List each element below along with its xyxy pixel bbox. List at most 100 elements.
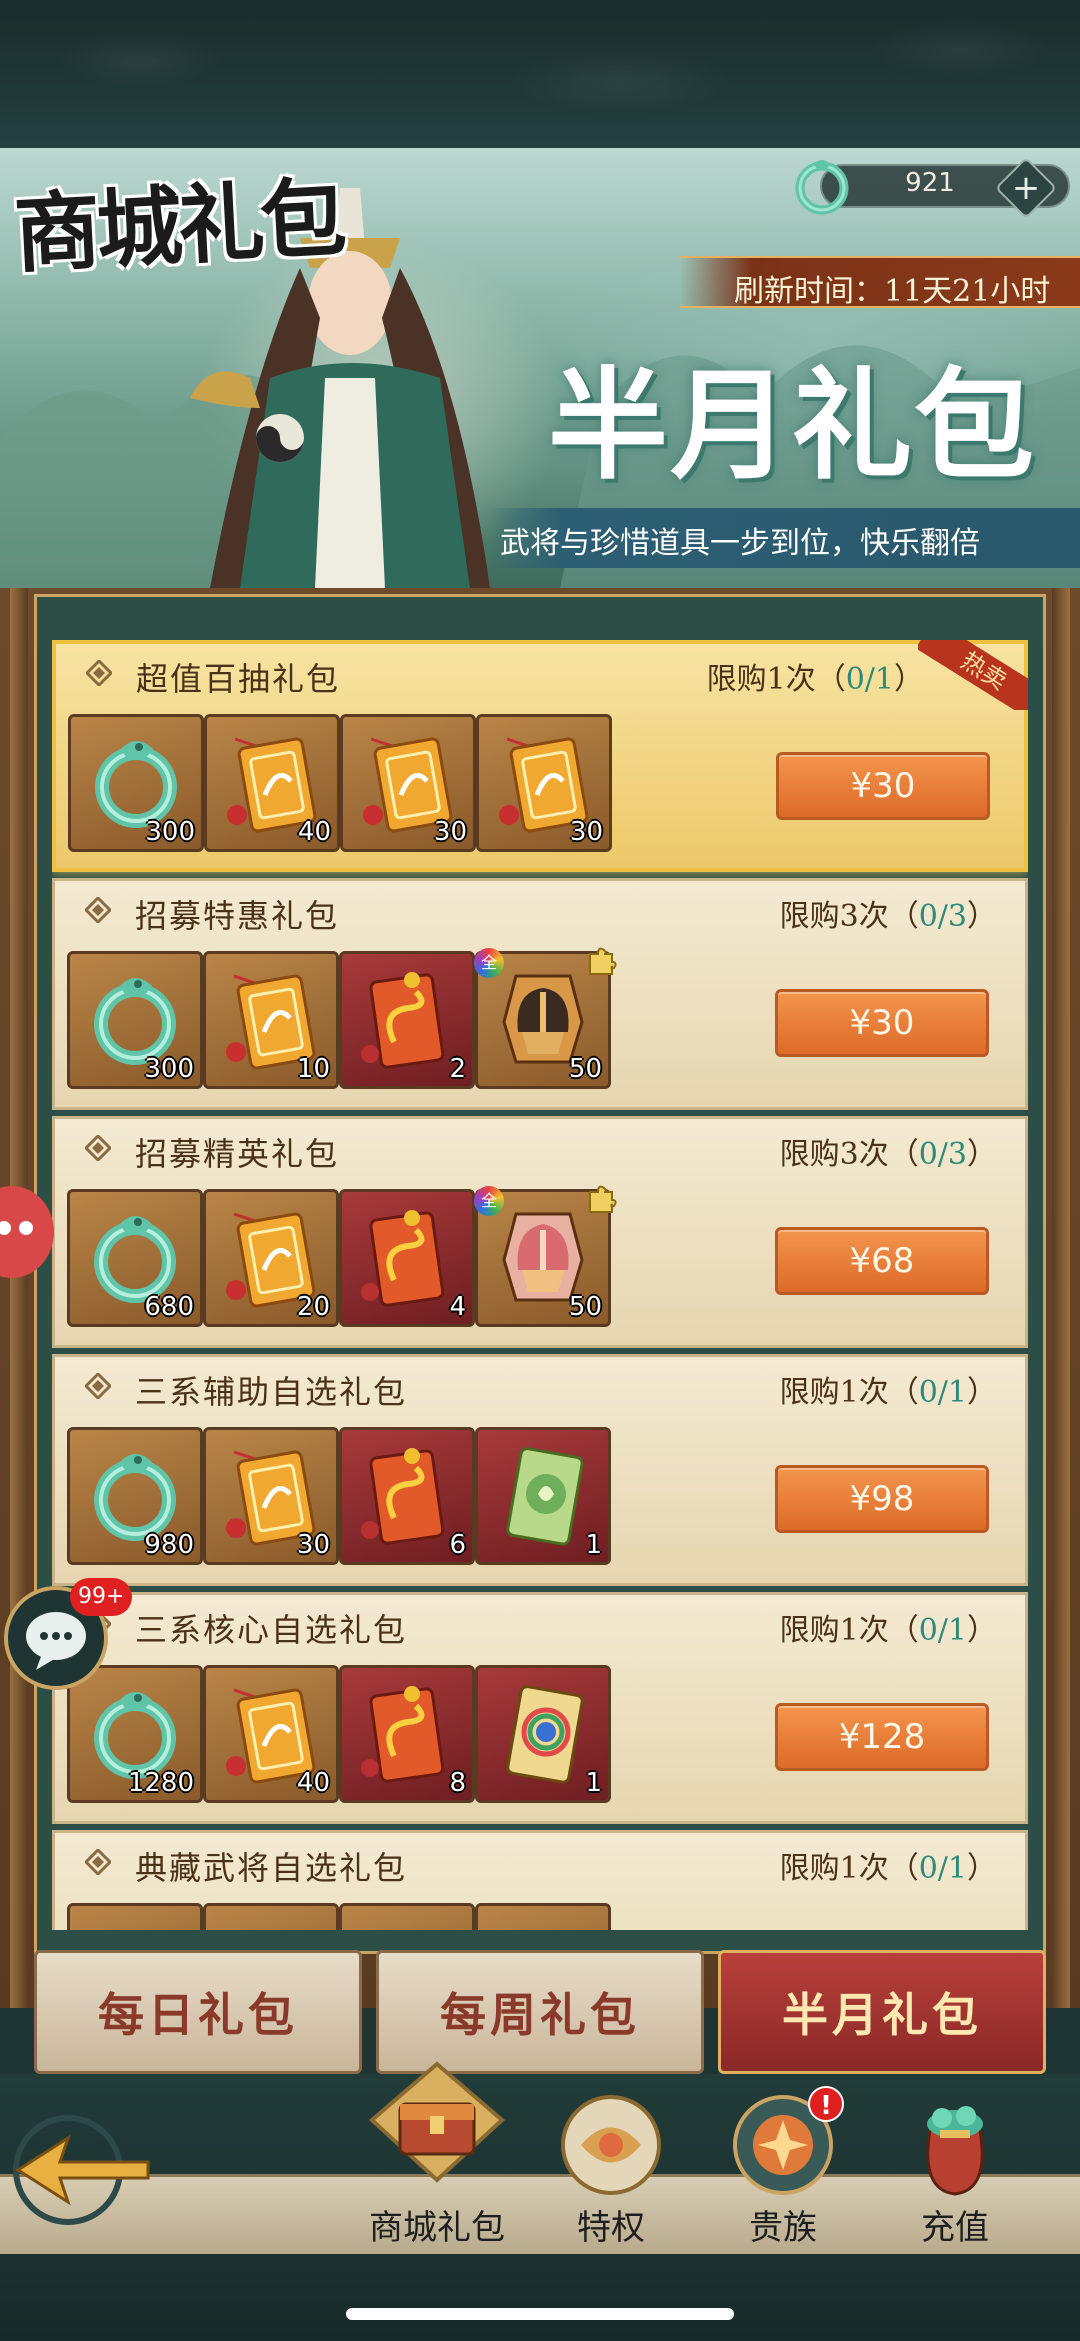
item-quantity: 2 xyxy=(449,1054,466,1084)
buy-price-button[interactable]: ¥30 xyxy=(775,989,989,1057)
reward-item[interactable]: 20 xyxy=(203,1189,339,1327)
reward-item[interactable]: 8 xyxy=(339,1665,475,1803)
item-quantity: 40 xyxy=(297,817,331,847)
item-quantity: 30 xyxy=(433,817,467,847)
reward-item[interactable]: 全 50 xyxy=(474,1185,617,1327)
buy-price-button[interactable]: ¥98 xyxy=(775,1465,989,1533)
purchase-limit: 限购1次（0/1） xyxy=(780,1605,997,1649)
purchase-limit: 限购3次（0/3） xyxy=(780,891,997,935)
item-quantity: 30 xyxy=(296,1530,330,1560)
banner-slogan: 武将与珍惜道具一步到位，快乐翻倍 xyxy=(500,526,980,561)
side-float-icon[interactable] xyxy=(0,1182,54,1282)
red-dragon-token-icon xyxy=(350,1200,464,1314)
all-faction-badge: 全 xyxy=(474,948,504,978)
tab-daily-pack[interactable]: 每日礼包 xyxy=(34,1950,362,2074)
item-quantity: 4 xyxy=(449,1292,466,1322)
nav-noble[interactable]: ! 贵族 xyxy=(708,2086,858,2250)
nav-label: 贵族 xyxy=(749,2208,817,2248)
item-quantity: 10 xyxy=(296,1054,330,1084)
jade-dragon-icon xyxy=(795,160,849,215)
limit-prefix: 限购1次（ xyxy=(779,1375,919,1410)
back-arrow-icon[interactable] xyxy=(8,2110,158,2230)
reward-item[interactable]: 980 xyxy=(67,1427,203,1565)
chat-unread-badge: 99+ xyxy=(70,1578,133,1616)
reward-item[interactable]: 30 xyxy=(476,714,612,852)
reward-item[interactable]: 300 xyxy=(68,714,204,852)
item-quantity: 50 xyxy=(568,1054,602,1084)
pack-card: 招募特惠礼包 限购3次（0/3） 300 10 2 全 50 ¥30 xyxy=(52,878,1028,1110)
nav-privilege[interactable]: 特权 xyxy=(536,2090,686,2250)
item-quantity: 300 xyxy=(145,817,195,847)
reward-item[interactable]: 4 xyxy=(339,1189,475,1327)
reward-item[interactable]: 30 xyxy=(340,714,476,852)
tab-weekly-pack[interactable]: 每周礼包 xyxy=(376,1950,704,2074)
hot-sale-label: 热卖 xyxy=(918,640,1028,710)
pack-list[interactable]: 超值百抽礼包 限购1次（0/1） 热卖 300 40 30 30 ¥30 招募特惠礼包 限购3次（… xyxy=(52,640,1028,1930)
purchase-limit: 限购1次（0/1） xyxy=(707,654,924,698)
limit-suffix: ） xyxy=(967,1851,997,1886)
pack-card: 招募精英礼包 限购3次（0/3） 680 20 4 全 50 ¥68 xyxy=(52,1116,1028,1348)
reward-item[interactable]: 300 xyxy=(67,951,203,1089)
banner-title: 半月礼包 xyxy=(548,355,1036,496)
limit-suffix: ） xyxy=(967,899,997,934)
pack-name: 三系辅助自选礼包 xyxy=(135,1373,408,1411)
tab-half-month-pack[interactable]: 半月礼包 xyxy=(718,1950,1046,2074)
home-indicator[interactable] xyxy=(346,2308,734,2320)
reward-item[interactable] xyxy=(339,1903,475,1930)
hot-sale-ribbon: 热卖 xyxy=(918,640,1028,710)
diamond-ornament-icon xyxy=(85,1849,111,1875)
reward-item[interactable]: 40 xyxy=(204,714,340,852)
pack-card: 典藏武将自选礼包 限购1次（0/1） xyxy=(52,1830,1028,1930)
limit-suffix: ） xyxy=(967,1375,997,1410)
reward-item[interactable] xyxy=(203,1903,339,1930)
diamond-ornament-icon xyxy=(85,897,111,923)
limit-count: 0/3 xyxy=(918,899,967,934)
item-quantity: 980 xyxy=(144,1530,194,1560)
item-quantity: 50 xyxy=(568,1292,602,1322)
treasure-chest-icon xyxy=(368,2061,506,2183)
reward-item[interactable]: 40 xyxy=(203,1665,339,1803)
currency-amount: 921 xyxy=(905,168,955,198)
pack-name: 招募精英礼包 xyxy=(135,1135,340,1173)
nav-recharge[interactable]: 充值 xyxy=(880,2090,1030,2250)
refresh-timer-text: 刷新时间：11天21小时 xyxy=(734,274,1051,309)
pack-card: 三系核心自选礼包 限购1次（0/1） 1280 40 8 1 ¥128 xyxy=(52,1592,1028,1824)
reward-item[interactable]: 1 xyxy=(475,1427,611,1565)
purchase-limit: 限购1次（0/1） xyxy=(780,1367,997,1411)
item-icon xyxy=(78,1914,192,1930)
limit-prefix: 限购3次（ xyxy=(779,899,919,934)
all-faction-badge: 全 xyxy=(474,1186,504,1216)
reward-item[interactable]: 6 xyxy=(339,1427,475,1565)
item-icon xyxy=(214,1914,328,1930)
buy-price-button[interactable]: ¥30 xyxy=(776,752,990,820)
reward-item[interactable] xyxy=(475,1903,611,1930)
reward-item[interactable]: 全 50 xyxy=(474,947,617,1089)
reward-item[interactable]: 10 xyxy=(203,951,339,1089)
item-quantity: 30 xyxy=(569,817,603,847)
reward-item[interactable]: 1 xyxy=(475,1665,611,1803)
limit-count: 0/3 xyxy=(918,1137,967,1172)
diamond-ornament-icon xyxy=(86,660,112,686)
pack-card: 三系辅助自选礼包 限购1次（0/1） 980 30 6 1 ¥98 xyxy=(52,1354,1028,1586)
pack-name: 三系核心自选礼包 xyxy=(135,1611,408,1649)
reward-item[interactable] xyxy=(67,1903,203,1930)
diamond-ornament-icon xyxy=(85,1373,111,1399)
green-select-card-icon xyxy=(486,1438,600,1552)
rainbow-select-card-icon xyxy=(486,1676,600,1790)
buy-price-button[interactable]: ¥128 xyxy=(775,1703,989,1771)
nav-shop-pack[interactable]: 商城礼包 xyxy=(362,2061,512,2250)
limit-prefix: 限购1次（ xyxy=(779,1851,919,1886)
item-icon xyxy=(350,1914,464,1930)
limit-count: 0/1 xyxy=(918,1613,967,1648)
item-quantity: 1280 xyxy=(127,1768,194,1798)
item-quantity: 300 xyxy=(144,1054,194,1084)
nav-label: 商城礼包 xyxy=(369,2208,505,2248)
reward-item[interactable]: 2 xyxy=(339,951,475,1089)
buy-price-button[interactable]: ¥68 xyxy=(775,1227,989,1295)
reward-item[interactable]: 30 xyxy=(203,1427,339,1565)
puzzle-piece-icon xyxy=(589,947,617,975)
reward-item[interactable]: 680 xyxy=(67,1189,203,1327)
money-bag-icon xyxy=(926,2106,984,2196)
purchase-limit: 限购3次（0/3） xyxy=(780,1129,997,1173)
item-quantity: 40 xyxy=(296,1768,330,1798)
